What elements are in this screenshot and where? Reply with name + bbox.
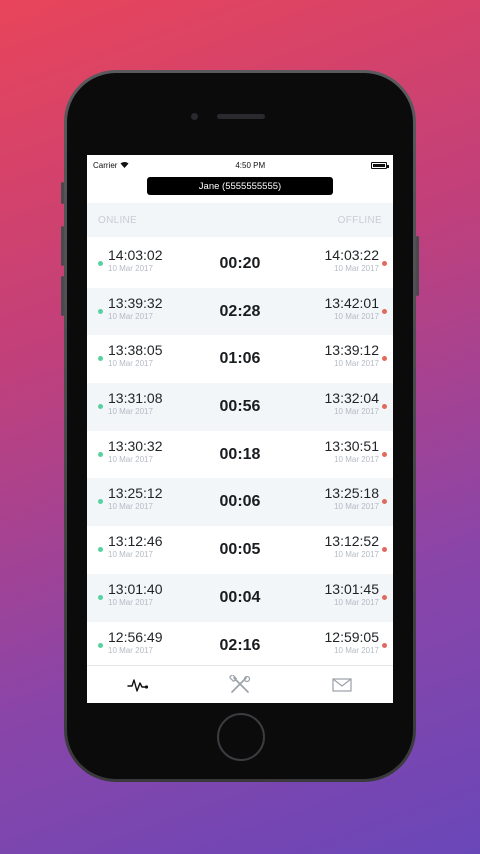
app-screen: Carrier 4:50 PM Jane (5555555555) ONLINE… [87, 155, 393, 703]
mail-icon [332, 677, 352, 692]
tab-bar [87, 665, 393, 703]
offline-date: 10 Mar 2017 [334, 645, 379, 655]
carrier-label: Carrier [93, 160, 118, 170]
tab-tools[interactable] [210, 670, 270, 700]
mute-switch [61, 182, 64, 204]
phone-frame: Carrier 4:50 PM Jane (5555555555) ONLINE… [61, 70, 419, 782]
offline-status-dot [382, 308, 387, 314]
table-row[interactable]: 13:39:32 10 Mar 2017 02:28 13:42:01 10 M… [87, 287, 393, 336]
status-left: Carrier [93, 161, 129, 170]
offline-cell: 13:01:45 10 Mar 2017 [325, 581, 380, 607]
table-row[interactable]: 12:56:49 10 Mar 2017 02:16 12:59:05 10 M… [87, 622, 393, 670]
offline-date: 10 Mar 2017 [334, 550, 379, 560]
offline-date: 10 Mar 2017 [334, 359, 379, 369]
table-row[interactable]: 14:03:02 10 Mar 2017 00:20 14:03:22 10 M… [87, 240, 393, 288]
volume-down-button [61, 276, 64, 316]
table-row[interactable]: 13:01:40 10 Mar 2017 00:04 13:01:45 10 M… [87, 573, 393, 622]
offline-cell: 12:59:05 10 Mar 2017 [325, 629, 380, 655]
offline-time: 13:42:01 [324, 294, 380, 311]
offline-cell: 13:39:12 10 Mar 2017 [325, 342, 380, 368]
offline-time: 13:30:51 [324, 437, 380, 454]
offline-time: 14:03:22 [324, 247, 380, 263]
offline-cell: 14:03:22 10 Mar 2017 [325, 247, 380, 273]
battery-icon [371, 161, 389, 169]
tab-activity[interactable] [108, 670, 168, 700]
offline-date: 10 Mar 2017 [334, 311, 379, 321]
offline-cell: 13:12:52 10 Mar 2017 [325, 533, 380, 559]
offline-status-dot [382, 642, 387, 648]
table-row[interactable]: 13:25:12 10 Mar 2017 00:06 13:25:18 10 M… [87, 478, 393, 527]
volume-up-button [61, 226, 64, 266]
tools-icon [229, 674, 251, 693]
table-row[interactable]: 13:12:46 10 Mar 2017 00:05 13:12:52 10 M… [87, 526, 393, 574]
offline-cell: 13:30:51 10 Mar 2017 [325, 438, 380, 464]
offline-time: 13:12:52 [324, 533, 380, 550]
table-row[interactable]: 13:30:32 10 Mar 2017 00:18 13:30:51 10 M… [87, 431, 393, 479]
status-time: 4:50 PM [235, 160, 266, 170]
offline-cell: 13:42:01 10 Mar 2017 [325, 295, 380, 321]
wifi-icon [120, 161, 129, 170]
home-button[interactable] [217, 713, 265, 761]
offline-date: 10 Mar 2017 [334, 407, 379, 417]
offline-date: 10 Mar 2017 [334, 597, 379, 607]
offline-time: 13:39:12 [324, 342, 380, 359]
offline-column-header: OFFLINE [337, 214, 382, 226]
offline-date: 10 Mar 2017 [334, 502, 379, 512]
tab-mail[interactable] [312, 670, 372, 700]
session-list: 14:03:02 10 Mar 2017 00:20 14:03:22 10 M… [87, 240, 393, 669]
phone-body: Carrier 4:50 PM Jane (5555555555) ONLINE… [67, 73, 413, 779]
offline-status-dot [382, 261, 387, 266]
offline-status-dot [382, 451, 387, 457]
speaker-grille [217, 114, 265, 119]
offline-time: 13:01:45 [324, 580, 380, 597]
activity-icon [127, 678, 149, 692]
online-column-header: ONLINE [98, 214, 138, 226]
contact-title[interactable]: Jane (5555555555) [147, 177, 333, 195]
offline-date: 10 Mar 2017 [334, 454, 379, 464]
table-row[interactable]: 13:31:08 10 Mar 2017 00:56 13:32:04 10 M… [87, 383, 393, 431]
offline-time: 13:32:04 [324, 390, 380, 407]
camera-icon [191, 113, 198, 120]
offline-time: 12:59:05 [324, 628, 380, 645]
offline-status-dot [382, 594, 387, 600]
offline-time: 13:25:18 [324, 485, 380, 502]
status-bar: Carrier 4:50 PM [87, 158, 393, 172]
offline-cell: 13:32:04 10 Mar 2017 [325, 390, 380, 416]
power-button [416, 236, 419, 296]
table-row[interactable]: 13:38:05 10 Mar 2017 01:06 13:39:12 10 M… [87, 335, 393, 383]
offline-cell: 13:25:18 10 Mar 2017 [325, 485, 380, 511]
column-headers: ONLINE OFFLINE [87, 203, 393, 237]
offline-date: 10 Mar 2017 [334, 264, 379, 273]
